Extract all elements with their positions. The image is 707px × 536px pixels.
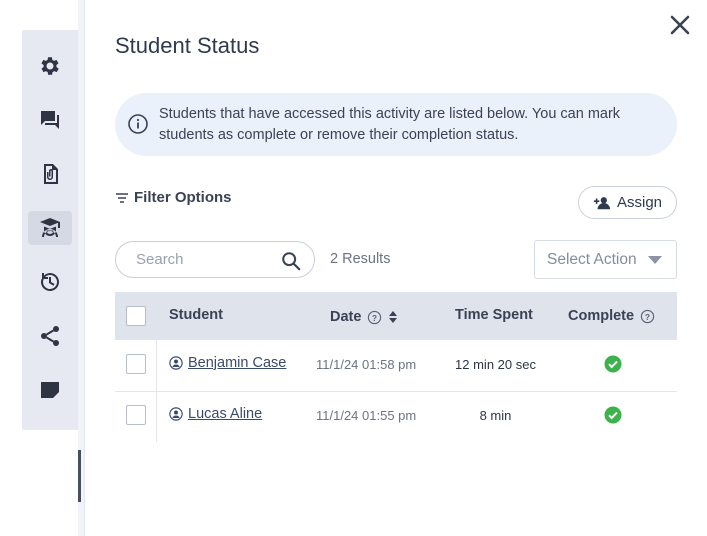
info-icon	[128, 114, 148, 134]
sidebar-item-settings[interactable]	[28, 49, 72, 83]
svg-text:?: ?	[372, 312, 377, 322]
search-icon[interactable]	[280, 250, 302, 272]
student-name[interactable]: Benjamin Case	[188, 355, 286, 371]
add-user-icon	[593, 196, 611, 209]
attachment-file-icon	[44, 164, 58, 184]
row-checkbox[interactable]	[126, 405, 146, 425]
filter-options-button[interactable]: Filter Options	[115, 189, 232, 206]
column-header-time-spent[interactable]: Time Spent	[455, 307, 533, 323]
row-checkbox[interactable]	[126, 354, 146, 374]
filter-options-label: Filter Options	[134, 189, 232, 206]
close-icon	[670, 15, 690, 35]
sidebar-item-discussion[interactable]	[28, 103, 72, 137]
time-spent-cell: 12 min 20 sec	[455, 357, 536, 372]
assign-button[interactable]: Assign	[578, 186, 677, 219]
info-text: Students that have accessed this activit…	[159, 106, 621, 143]
check-circle-icon[interactable]	[604, 406, 622, 424]
date-cell: 11/1/24 01:58 pm	[316, 357, 417, 372]
history-icon	[40, 273, 59, 291]
column-header-complete-label: Complete	[568, 308, 635, 324]
column-header-date[interactable]: Date ?	[330, 309, 398, 325]
table-row: Lucas Aline 11/1/24 01:55 pm 8 min	[115, 391, 677, 441]
gear-icon	[41, 57, 59, 75]
search-box	[115, 241, 315, 278]
share-icon	[41, 326, 59, 346]
student-status-panel: Student Status Students that have access…	[84, 0, 707, 536]
select-action-label: Select Action	[547, 251, 637, 268]
help-icon[interactable]: ?	[640, 309, 655, 324]
student-link[interactable]: Lucas Aline	[169, 406, 262, 422]
check-circle-icon[interactable]	[604, 355, 622, 373]
help-icon[interactable]: ?	[367, 310, 382, 325]
student-link[interactable]: Benjamin Case	[169, 355, 286, 371]
assign-label: Assign	[616, 194, 663, 211]
note-icon	[41, 382, 59, 398]
search-input[interactable]	[136, 251, 276, 268]
filter-icon	[116, 192, 128, 203]
sidebar-item-history[interactable]	[28, 265, 72, 299]
sidebar-item-notes[interactable]	[28, 373, 72, 407]
student-icon	[40, 218, 60, 237]
column-header-time-spent-label: Time Spent	[455, 307, 533, 323]
sidebar-rail	[22, 30, 78, 430]
scrollbar[interactable]	[78, 450, 81, 502]
chevron-down-icon	[648, 256, 662, 264]
close-button[interactable]	[667, 12, 693, 38]
column-header-student-label: Student	[169, 307, 223, 323]
column-header-student[interactable]: Student	[169, 307, 223, 323]
table-header: Student Date ? Time Spent Complete ?	[115, 292, 677, 340]
sort-icon[interactable]	[388, 310, 398, 324]
student-name[interactable]: Lucas Aline	[188, 406, 262, 422]
date-cell: 11/1/24 01:55 pm	[316, 408, 417, 423]
sidebar-item-share[interactable]	[28, 319, 72, 353]
select-all-checkbox[interactable]	[126, 306, 146, 326]
user-icon	[169, 356, 183, 370]
results-count: 2 Results	[330, 251, 391, 267]
svg-text:?: ?	[645, 311, 650, 321]
time-spent-cell: 8 min	[479, 408, 512, 423]
column-header-complete[interactable]: Complete ?	[568, 308, 655, 324]
user-icon	[169, 407, 183, 421]
sidebar-item-student-status[interactable]	[28, 211, 72, 245]
sidebar-item-attachments[interactable]	[28, 157, 72, 191]
table-row: Benjamin Case 11/1/24 01:58 pm 12 min 20…	[115, 340, 677, 390]
page-title: Student Status	[115, 33, 260, 58]
chat-icon	[41, 111, 59, 129]
column-header-date-label: Date	[330, 309, 362, 325]
select-action-dropdown[interactable]: Select Action	[534, 240, 677, 279]
info-banner: Students that have accessed this activit…	[115, 93, 677, 156]
